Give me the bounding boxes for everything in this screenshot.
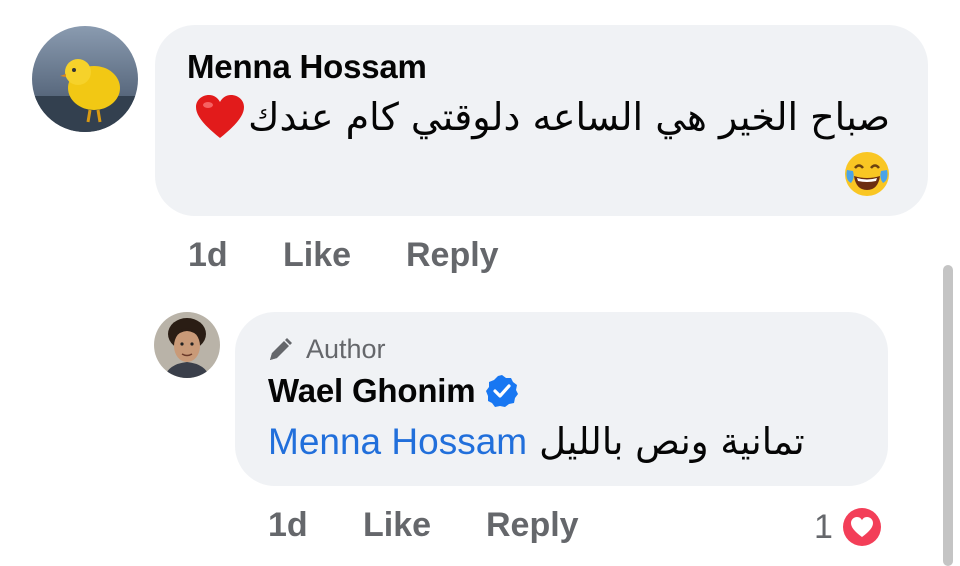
reply-time[interactable]: 1d (268, 506, 308, 545)
red-heart-emoji-icon (194, 94, 246, 140)
scrollbar-thumb[interactable] (943, 265, 953, 566)
reaction-count: 1 (814, 507, 833, 546)
reply-reply-button[interactable]: Reply (486, 506, 579, 545)
tears-of-joy-emoji-icon (843, 150, 891, 198)
author-badge-label: Author (306, 334, 386, 364)
reply-text: تمانية ونص بالليل (539, 420, 805, 463)
commenter-name[interactable]: Menna Hossam (187, 48, 427, 86)
verified-badge-icon (486, 375, 519, 407)
love-reaction-icon (839, 505, 884, 549)
reaction-summary[interactable]: 1 (814, 504, 885, 550)
pencil-icon (270, 337, 292, 360)
reply-author-row: Wael Ghonim (268, 372, 519, 410)
comment-like-button[interactable]: Like (283, 236, 351, 275)
comment-text: صباح الخير هي الساعه دلوقتي كام عندك (248, 95, 890, 139)
author-badge: Author (266, 334, 386, 365)
reply-author-name[interactable]: Wael Ghonim (268, 372, 476, 410)
reply-text-row: Menna Hossam تمانية ونص بالليل (268, 420, 805, 463)
comment-text-row: صباح الخير هي الساعه دلوقتي كام عندك (194, 94, 890, 140)
reply-like-button[interactable]: Like (363, 506, 431, 545)
reply-author-avatar[interactable] (154, 312, 220, 378)
mention-link[interactable]: Menna Hossam (268, 421, 527, 463)
comment-reply-button[interactable]: Reply (406, 236, 499, 275)
comment-time[interactable]: 1d (188, 236, 228, 275)
commenter-avatar[interactable] (32, 26, 138, 132)
